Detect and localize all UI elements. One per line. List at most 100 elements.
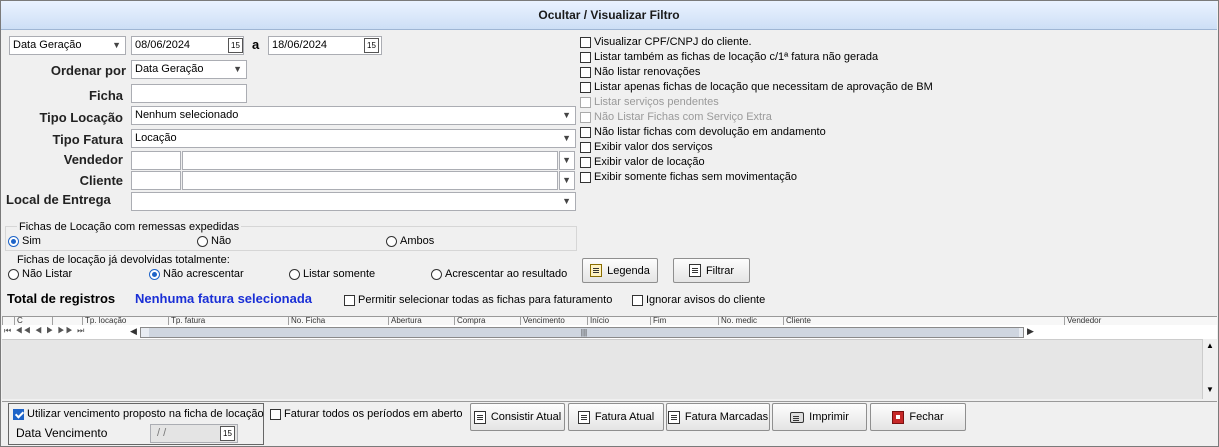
consistir-label: Consistir Atual bbox=[490, 411, 562, 423]
calendar-icon[interactable]: 15 bbox=[364, 38, 379, 53]
option-checkbox[interactable]: Não listar fichas com devolução em andam… bbox=[580, 126, 826, 138]
remessas-nao-radio[interactable]: Não bbox=[197, 235, 231, 247]
horizontal-scrollbar[interactable]: ||| bbox=[140, 327, 1024, 338]
option-label: Não Listar Fichas com Serviço Extra bbox=[594, 111, 772, 123]
vendedor-label: Vendedor bbox=[63, 152, 123, 167]
devolvidas-acrescentar-label: Acrescentar ao resultado bbox=[445, 268, 568, 280]
grid-column-header[interactable]: Início bbox=[587, 317, 650, 325]
consistir-button[interactable]: Consistir Atual bbox=[470, 403, 565, 431]
vendedor-code-field[interactable] bbox=[131, 151, 181, 170]
fatura-marcadas-button[interactable]: Fatura Marcadas bbox=[666, 403, 770, 431]
option-checkbox[interactable]: Exibir valor dos serviços bbox=[580, 141, 713, 153]
devolvidas-nao-listar-radio[interactable]: Não Listar bbox=[8, 268, 72, 280]
fatura-atual-button[interactable]: Fatura Atual bbox=[568, 403, 664, 431]
grid-column-header[interactable]: Compra bbox=[454, 317, 520, 325]
grid-column-header[interactable] bbox=[52, 317, 82, 325]
option-checkbox[interactable]: Listar também as fichas de locação c/1ª … bbox=[580, 51, 878, 63]
order-label: Ordenar por bbox=[50, 63, 126, 78]
vendedor-dropdown-button[interactable]: ▼ bbox=[559, 151, 575, 170]
grid-column-header[interactable]: Fim bbox=[650, 317, 718, 325]
use-due-label: Utilizar vencimento proposto na ficha de… bbox=[27, 408, 264, 420]
option-checkbox[interactable]: Visualizar CPF/CNPJ do cliente. bbox=[580, 36, 752, 48]
option-label: Não listar fichas com devolução em andam… bbox=[594, 126, 826, 138]
scroll-left-icon[interactable]: ◀ bbox=[130, 326, 137, 337]
local-entrega-select[interactable]: ▼ bbox=[131, 192, 576, 211]
scroll-down-icon[interactable]: ▼ bbox=[1206, 385, 1214, 394]
option-checkbox[interactable]: Não listar renovações bbox=[580, 66, 700, 78]
tipo-fatura-select[interactable]: Locação ▼ bbox=[131, 129, 576, 148]
checkbox-icon bbox=[632, 294, 643, 306]
grid-column-header[interactable]: Tp. fatura bbox=[168, 317, 288, 325]
total-value: Nenhuma fatura selecionada bbox=[135, 291, 312, 306]
use-due-checkbox[interactable]: Utilizar vencimento proposto na ficha de… bbox=[13, 408, 264, 420]
scroll-right-icon[interactable]: ▶ bbox=[1027, 326, 1034, 337]
imprimir-button[interactable]: Imprimir bbox=[772, 403, 867, 431]
fatura-marcadas-label: Fatura Marcadas bbox=[684, 411, 769, 423]
remessas-ambos-label: Ambos bbox=[400, 235, 435, 247]
ficha-label: Ficha bbox=[89, 88, 123, 103]
allow-all-checkbox[interactable]: Permitir selecionar todas as fichas para… bbox=[344, 294, 612, 306]
radio-icon bbox=[8, 268, 19, 280]
remessas-sim-label: Sim bbox=[22, 235, 41, 247]
legend-icon bbox=[590, 264, 603, 277]
grid-column-header[interactable]: Vendedor bbox=[1064, 317, 1217, 325]
radio-icon bbox=[289, 268, 300, 280]
calendar-icon[interactable]: 15 bbox=[220, 426, 235, 441]
option-checkbox[interactable]: Listar apenas fichas de locação que nece… bbox=[580, 81, 933, 93]
exit-door-icon bbox=[892, 410, 905, 424]
date-from-value: 08/06/2024 bbox=[135, 39, 191, 51]
checkbox-icon bbox=[270, 408, 281, 420]
ficha-field[interactable] bbox=[131, 84, 247, 103]
document-icon bbox=[688, 264, 701, 277]
grid-nav-buttons[interactable]: ⏮ ◀◀ ◀ ▶ ▶▶ ⏭ bbox=[4, 326, 85, 336]
option-checkbox[interactable]: Exibir somente fichas sem movimentação bbox=[580, 171, 797, 183]
cliente-name-field[interactable] bbox=[182, 171, 558, 190]
chevron-down-icon: ▼ bbox=[562, 175, 571, 185]
option-label: Exibir valor dos serviços bbox=[594, 141, 713, 153]
legenda-button[interactable]: Legenda bbox=[582, 258, 658, 283]
checkbox-icon bbox=[580, 156, 591, 168]
toggle-filter-bar[interactable]: Ocultar / Visualizar Filtro bbox=[1, 1, 1217, 30]
checkbox-icon bbox=[580, 111, 591, 123]
devolvidas-acrescentar-radio[interactable]: Acrescentar ao resultado bbox=[431, 268, 567, 280]
bill-all-checkbox[interactable]: Faturar todos os períodos em aberto bbox=[270, 408, 463, 420]
devolvidas-listar-somente-radio[interactable]: Listar somente bbox=[289, 268, 375, 280]
chevron-down-icon: ▼ bbox=[562, 133, 571, 143]
devolvidas-nao-acrescentar-radio[interactable]: Não acrescentar bbox=[149, 268, 244, 280]
remessas-sim-radio[interactable]: Sim bbox=[8, 235, 41, 247]
bill-all-label: Faturar todos os períodos em aberto bbox=[284, 408, 463, 420]
grid-column-header[interactable]: No. medic bbox=[718, 317, 783, 325]
scroll-thumb[interactable]: ||| bbox=[149, 328, 1019, 337]
option-checkbox: Listar serviços pendentes bbox=[580, 96, 719, 108]
grid-column-header[interactable]: No. Ficha bbox=[288, 317, 388, 325]
grid-column-header[interactable]: C bbox=[14, 317, 52, 325]
cliente-code-field[interactable] bbox=[131, 171, 181, 190]
fechar-button[interactable]: Fechar bbox=[870, 403, 966, 431]
grid-column-header[interactable] bbox=[2, 317, 14, 325]
vertical-scrollbar[interactable]: ▲ ▼ bbox=[1202, 339, 1217, 399]
tipo-locacao-select[interactable]: Nenhum selecionado ▼ bbox=[131, 106, 576, 125]
filtrar-button[interactable]: Filtrar bbox=[673, 258, 750, 283]
devolvidas-nao-acrescentar-label: Não acrescentar bbox=[163, 268, 244, 280]
remessas-ambos-radio[interactable]: Ambos bbox=[386, 235, 434, 247]
chevron-down-icon: ▼ bbox=[233, 64, 242, 74]
cliente-label: Cliente bbox=[79, 173, 123, 188]
vendedor-name-field[interactable] bbox=[182, 151, 558, 170]
option-checkbox[interactable]: Exibir valor de locação bbox=[580, 156, 705, 168]
grid-column-header[interactable]: Cliente bbox=[783, 317, 1064, 325]
date-type-select[interactable]: Data Geração ▼ bbox=[9, 36, 126, 55]
calendar-icon[interactable]: 15 bbox=[228, 38, 243, 53]
invoice-grid[interactable]: C Tp. locação Tp. fatura No. Ficha Abertura C… bbox=[2, 316, 1217, 399]
cliente-dropdown-button[interactable]: ▼ bbox=[559, 171, 575, 190]
remessas-nao-label: Não bbox=[211, 235, 232, 247]
grid-column-header[interactable]: Abertura bbox=[388, 317, 454, 325]
checkbox-icon bbox=[580, 96, 591, 108]
grid-column-header[interactable]: Tp. locação bbox=[82, 317, 168, 325]
order-select[interactable]: Data Geração ▼ bbox=[131, 60, 247, 79]
date-to-value: 18/06/2024 bbox=[272, 39, 328, 51]
total-label: Total de registros bbox=[7, 291, 116, 306]
grid-column-header[interactable]: Vencimento bbox=[520, 317, 587, 325]
scroll-up-icon[interactable]: ▲ bbox=[1206, 341, 1214, 350]
ignore-warnings-checkbox[interactable]: Ignorar avisos do cliente bbox=[632, 294, 765, 306]
bottom-panel: Utilizar vencimento proposto na ficha de… bbox=[2, 401, 1217, 446]
